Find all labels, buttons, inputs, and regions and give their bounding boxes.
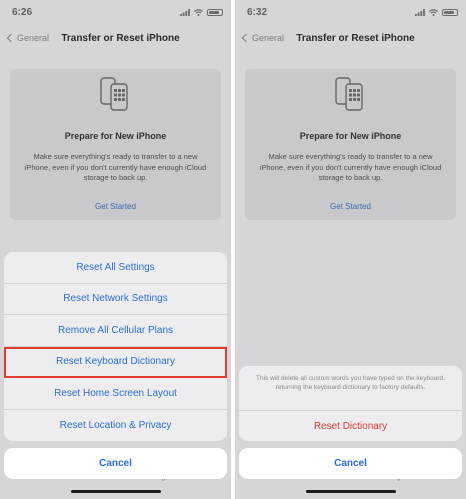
status-time: 6:26 (12, 7, 33, 18)
cellular-signal-icon (415, 9, 425, 16)
reset-network-settings-button[interactable]: Reset Network Settings (4, 284, 227, 315)
page-title: Transfer or Reset iPhone (296, 33, 415, 44)
card-title: Prepare for New iPhone (299, 131, 402, 141)
wifi-icon (429, 9, 438, 16)
reset-dictionary-button[interactable]: Reset Dictionary (239, 411, 462, 441)
reset-home-screen-layout-button[interactable]: Reset Home Screen Layout (4, 378, 227, 410)
status-bar: 6:26 (0, 0, 231, 24)
battery-icon (207, 9, 223, 16)
navigation-bar: General Transfer or Reset iPhone (235, 28, 466, 50)
status-bar: 6:32 (235, 0, 466, 24)
right-screen: 6:32 General Transfer or Reset iPhone Pr… (235, 0, 466, 499)
confirm-message: This will delete all custom words you ha… (239, 366, 462, 411)
get-started-link[interactable]: Get Started (245, 202, 456, 211)
phone-transfer-icon (100, 77, 128, 111)
card-description: Make sure everything's ready to transfer… (259, 152, 442, 182)
reset-location-privacy-button[interactable]: Reset Location & Privacy (4, 410, 227, 442)
get-started-link[interactable]: Get Started (10, 202, 221, 211)
battery-icon (442, 9, 458, 16)
prepare-card: Prepare for New iPhone Make sure everyth… (10, 69, 221, 220)
cancel-button[interactable]: Cancel (239, 448, 462, 479)
status-time: 6:32 (247, 7, 268, 18)
phone-transfer-icon (335, 77, 363, 111)
card-description: Make sure everything's ready to transfer… (24, 152, 207, 182)
confirm-action-sheet: This will delete all custom words you ha… (239, 366, 462, 441)
navigation-bar: General Transfer or Reset iPhone (0, 28, 231, 50)
remove-cellular-plans-button[interactable]: Remove All Cellular Plans (4, 315, 227, 347)
home-indicator (305, 490, 396, 493)
card-title: Prepare for New iPhone (64, 131, 167, 141)
cancel-button[interactable]: Cancel (4, 448, 227, 479)
reset-action-sheet: Reset All Settings Reset Network Setting… (4, 252, 227, 441)
wifi-icon (194, 9, 203, 16)
page-title: Transfer or Reset iPhone (61, 33, 180, 44)
reset-keyboard-dictionary-button[interactable]: Reset Keyboard Dictionary (4, 346, 227, 378)
home-indicator (70, 490, 161, 493)
status-icons (415, 9, 458, 16)
cellular-signal-icon (180, 9, 190, 16)
status-icons (180, 9, 223, 16)
left-screen: 6:26 General Transfer or Reset iPhone Pr… (0, 0, 231, 499)
prepare-card: Prepare for New iPhone Make sure everyth… (245, 69, 456, 220)
reset-all-settings-button[interactable]: Reset All Settings (4, 252, 227, 284)
